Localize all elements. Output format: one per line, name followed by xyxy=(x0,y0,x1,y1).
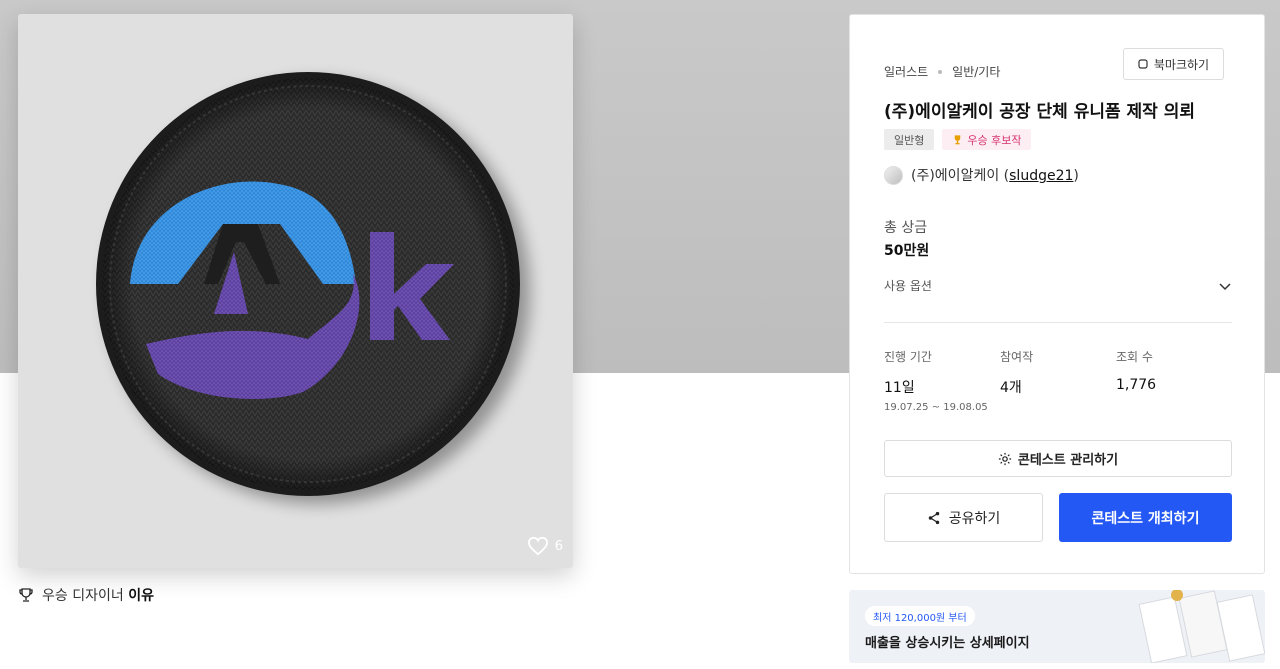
options-toggle[interactable]: 사용 옵션 xyxy=(884,277,1232,294)
period-value: 11일 xyxy=(884,380,915,396)
stat-period: 진행 기간 11일 19.07.25 ~ 19.08.05 xyxy=(884,348,988,413)
share-icon xyxy=(928,511,939,524)
bookmark-label: 북마크하기 xyxy=(1153,57,1210,72)
views-label: 조회 수 xyxy=(1116,350,1153,364)
trophy-icon xyxy=(955,135,961,145)
share-button[interactable]: 공유하기 xyxy=(884,493,1043,542)
options-label: 사용 옵션 xyxy=(884,279,932,293)
candidate-badge: 우승 후보작 xyxy=(942,129,1032,150)
host-contest-label: 콘테스트 개최하기 xyxy=(1091,510,1200,527)
stat-views: 조회 수 1,776 xyxy=(1116,348,1156,393)
host-info[interactable]: (주)에이알케이 (sludge21) xyxy=(884,165,1079,185)
contest-info-panel: 일러스트 일반/기타 북마크하기 (주)에이알케이 공장 단체 유니폼 제작 의… xyxy=(849,14,1265,574)
category-link[interactable]: 일러스트 xyxy=(884,63,928,80)
prize-value: 50만원 xyxy=(884,243,930,259)
contest-artwork[interactable]: 6 xyxy=(18,14,573,568)
host-id-link[interactable]: sludge21 xyxy=(1009,168,1073,184)
period-label: 진행 기간 xyxy=(884,350,932,364)
host-contest-button[interactable]: 콘테스트 개최하기 xyxy=(1059,493,1232,542)
subcategory-link[interactable]: 일반/기타 xyxy=(952,63,1000,80)
gear-icon xyxy=(998,452,1012,465)
entries-value: 4개 xyxy=(1000,380,1022,396)
entries-label: 참여작 xyxy=(1000,350,1034,364)
ark-patch-image xyxy=(96,72,530,504)
manage-contest-button[interactable]: 콘테스트 관리하기 xyxy=(884,440,1232,477)
ad-illustration xyxy=(1138,590,1265,663)
ad-price-pill: 최저 120,000원 부터 xyxy=(865,606,975,626)
contest-badges: 일반형 우승 후보작 xyxy=(884,129,1032,150)
divider xyxy=(884,322,1232,323)
ad-banner[interactable]: 최저 120,000원 부터 매출을 상승시키는 상세페이지 xyxy=(849,590,1265,663)
host-avatar xyxy=(884,165,903,185)
ad-headline: 매출을 상승시키는 상세페이지 xyxy=(865,636,1030,651)
stat-entries: 참여작 4개 xyxy=(1000,348,1033,397)
bookmark-icon xyxy=(1138,59,1148,69)
type-badge: 일반형 xyxy=(884,129,935,150)
contest-title: (주)에이알케이 공장 단체 유니폼 제작 의뢰 xyxy=(884,102,1196,122)
breadcrumb-separator xyxy=(938,69,943,74)
like-count: 6 xyxy=(554,538,563,554)
winner-reason[interactable]: 우승 디자이너 이유 xyxy=(18,585,154,605)
category-breadcrumb: 일러스트 일반/기타 xyxy=(884,63,1000,80)
chevron-down-icon xyxy=(1219,282,1231,290)
like-button[interactable]: 6 xyxy=(527,536,563,556)
heart-icon xyxy=(527,536,548,556)
host-name: (주)에이알케이 xyxy=(911,168,1000,184)
share-label: 공유하기 xyxy=(948,510,1001,527)
period-range: 19.07.25 ~ 19.08.05 xyxy=(884,402,988,413)
trophy-icon xyxy=(19,588,33,602)
prize-label: 총 상금 xyxy=(884,220,928,236)
manage-contest-label: 콘테스트 관리하기 xyxy=(1017,453,1119,468)
winner-label: 우승 디자이너 xyxy=(42,588,124,604)
winner-reason-strong: 이유 xyxy=(128,588,154,604)
bookmark-button[interactable]: 북마크하기 xyxy=(1123,48,1224,80)
views-value: 1,776 xyxy=(1116,377,1157,393)
